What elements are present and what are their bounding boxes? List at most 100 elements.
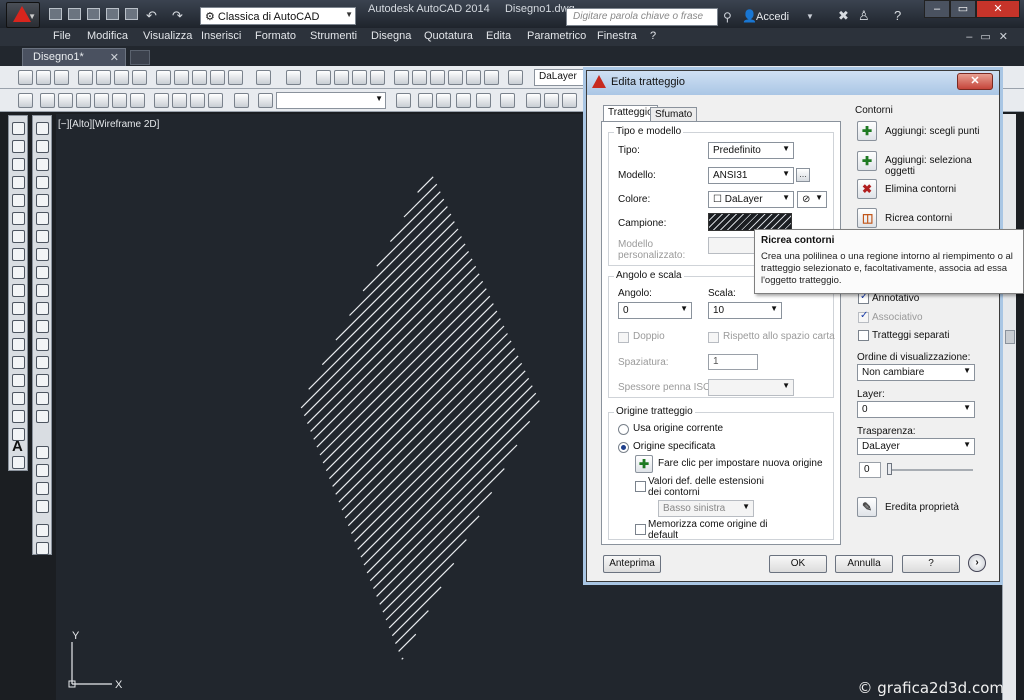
- iso-view-icon[interactable]: [208, 93, 223, 108]
- publish-icon[interactable]: [132, 70, 147, 85]
- cancel-button[interactable]: Annulla: [835, 555, 893, 573]
- add-pick-points-button[interactable]: ✚: [857, 121, 877, 141]
- mirror-icon[interactable]: [36, 158, 49, 171]
- ellipse-icon[interactable]: [12, 284, 25, 297]
- recreate-boundaries-button[interactable]: ◫: [857, 208, 877, 228]
- view-top-icon[interactable]: [40, 93, 55, 108]
- multiline-text-icon[interactable]: A: [12, 438, 23, 455]
- menu-formato[interactable]: Formato: [255, 30, 296, 42]
- copy-icon[interactable]: [174, 70, 189, 85]
- annotative-checkbox[interactable]: [858, 291, 869, 304]
- workspace-select[interactable]: ⚙ Classica di AutoCAD ▼: [200, 7, 356, 25]
- iso-view-icon[interactable]: [190, 93, 205, 108]
- spacing-input[interactable]: 1: [708, 354, 758, 370]
- array-icon[interactable]: [36, 194, 49, 207]
- undo-icon[interactable]: ↶: [146, 8, 157, 24]
- stretch-icon[interactable]: [36, 266, 49, 279]
- construction-line-icon[interactable]: [12, 140, 25, 153]
- camera-icon[interactable]: [234, 93, 249, 108]
- materials-icon[interactable]: [500, 93, 515, 108]
- color-control-select[interactable]: DaLayer: [534, 69, 586, 86]
- revision-cloud-icon[interactable]: [12, 248, 25, 261]
- plot-icon[interactable]: [114, 70, 129, 85]
- hatch-diamond-drawing[interactable]: [290, 170, 550, 660]
- fillet-icon[interactable]: [36, 374, 49, 387]
- layer-state-icon[interactable]: [526, 93, 541, 108]
- menu-edita[interactable]: Edita: [486, 30, 511, 42]
- hatch-back-icon[interactable]: [36, 542, 49, 555]
- light-bulb-icon[interactable]: [544, 93, 559, 108]
- conceptual-icon[interactable]: [476, 93, 491, 108]
- polygon-icon[interactable]: [12, 176, 25, 189]
- use-current-origin-radio[interactable]: [618, 424, 629, 435]
- cut-icon[interactable]: [156, 70, 171, 85]
- open-file-icon[interactable]: [68, 8, 81, 20]
- text-front-icon[interactable]: [36, 524, 49, 537]
- inherit-properties-button[interactable]: ✎: [857, 497, 877, 517]
- maximize-button[interactable]: ▭: [950, 0, 976, 18]
- zoom-previous-icon[interactable]: [370, 70, 385, 85]
- redo-icon[interactable]: ↷: [172, 8, 183, 24]
- match-properties-icon[interactable]: [210, 70, 225, 85]
- help-icon[interactable]: ?: [894, 8, 901, 23]
- block-editor-icon[interactable]: [228, 70, 243, 85]
- spline-icon[interactable]: [12, 266, 25, 279]
- application-menu-button[interactable]: ▼: [6, 2, 40, 28]
- break-icon[interactable]: [36, 320, 49, 333]
- dialog-close-button[interactable]: ✕: [957, 73, 993, 90]
- preview-button[interactable]: Anteprima: [603, 555, 661, 573]
- pattern-select[interactable]: ANSI31 ▼: [708, 167, 794, 184]
- minimize-button[interactable]: –: [924, 0, 950, 18]
- extend-icon[interactable]: [36, 302, 49, 315]
- view-left-icon[interactable]: [76, 93, 91, 108]
- menu-disegna[interactable]: Disegna: [371, 30, 411, 42]
- remove-boundaries-button[interactable]: ✖: [857, 179, 877, 199]
- chamfer-icon[interactable]: [36, 356, 49, 369]
- menu-strumenti[interactable]: Strumenti: [310, 30, 357, 42]
- save-as-icon[interactable]: [106, 8, 119, 20]
- iso-pen-select[interactable]: ▼: [708, 379, 794, 396]
- viewport-controls[interactable]: [−][Alto][Wireframe 2D]: [58, 119, 159, 130]
- draw-order-icon[interactable]: [36, 446, 49, 459]
- tool-palettes-icon[interactable]: [430, 70, 445, 85]
- rotate-icon[interactable]: [36, 230, 49, 243]
- new-file-icon[interactable]: [49, 8, 62, 20]
- specified-origin-radio[interactable]: [618, 442, 629, 453]
- extents-position-select[interactable]: Basso sinistra ▼: [658, 500, 754, 517]
- realistic-icon[interactable]: [456, 93, 471, 108]
- rectangle-icon[interactable]: [12, 194, 25, 207]
- relative-paper-checkbox[interactable]: [708, 332, 719, 343]
- double-checkbox[interactable]: [618, 332, 629, 343]
- sun-icon[interactable]: [562, 93, 577, 108]
- new-file-icon[interactable]: [18, 70, 33, 85]
- new-drawing-tab[interactable]: [130, 50, 150, 65]
- separate-hatches-checkbox[interactable]: [858, 330, 869, 341]
- iso-view-icon[interactable]: [154, 93, 169, 108]
- add-select-objects-button[interactable]: ✚: [857, 151, 877, 171]
- insert-block-icon[interactable]: [12, 320, 25, 333]
- circle-icon[interactable]: [12, 230, 25, 243]
- set-origin-button[interactable]: ✚: [635, 455, 653, 473]
- ok-button[interactable]: OK: [769, 555, 827, 573]
- blend-curves-icon[interactable]: [36, 392, 49, 405]
- trim-icon[interactable]: [36, 284, 49, 297]
- wireframe-icon[interactable]: [418, 93, 433, 108]
- transparency-value-input[interactable]: 0: [859, 462, 881, 478]
- send-back-icon[interactable]: [36, 482, 49, 495]
- type-select[interactable]: Predefinito ▼: [708, 142, 794, 159]
- transparency-select[interactable]: DaLayer ▼: [857, 438, 975, 455]
- autodesk-360-icon[interactable]: ♙: [858, 8, 870, 24]
- point-icon[interactable]: [12, 356, 25, 369]
- erase-icon[interactable]: [36, 122, 49, 135]
- zoom-window-icon[interactable]: [352, 70, 367, 85]
- render-icon[interactable]: [396, 93, 411, 108]
- draw-order-select[interactable]: Non cambiare ▼: [857, 364, 975, 381]
- print-icon[interactable]: [78, 70, 93, 85]
- bring-front-icon[interactable]: [36, 464, 49, 477]
- add-selected-icon[interactable]: [12, 456, 25, 469]
- menu-finestra[interactable]: Finestra: [597, 30, 637, 42]
- visual-style-select[interactable]: ▼: [276, 92, 386, 109]
- explode-icon[interactable]: [36, 410, 49, 423]
- sheet-set-icon[interactable]: [448, 70, 463, 85]
- iso-view-icon[interactable]: [172, 93, 187, 108]
